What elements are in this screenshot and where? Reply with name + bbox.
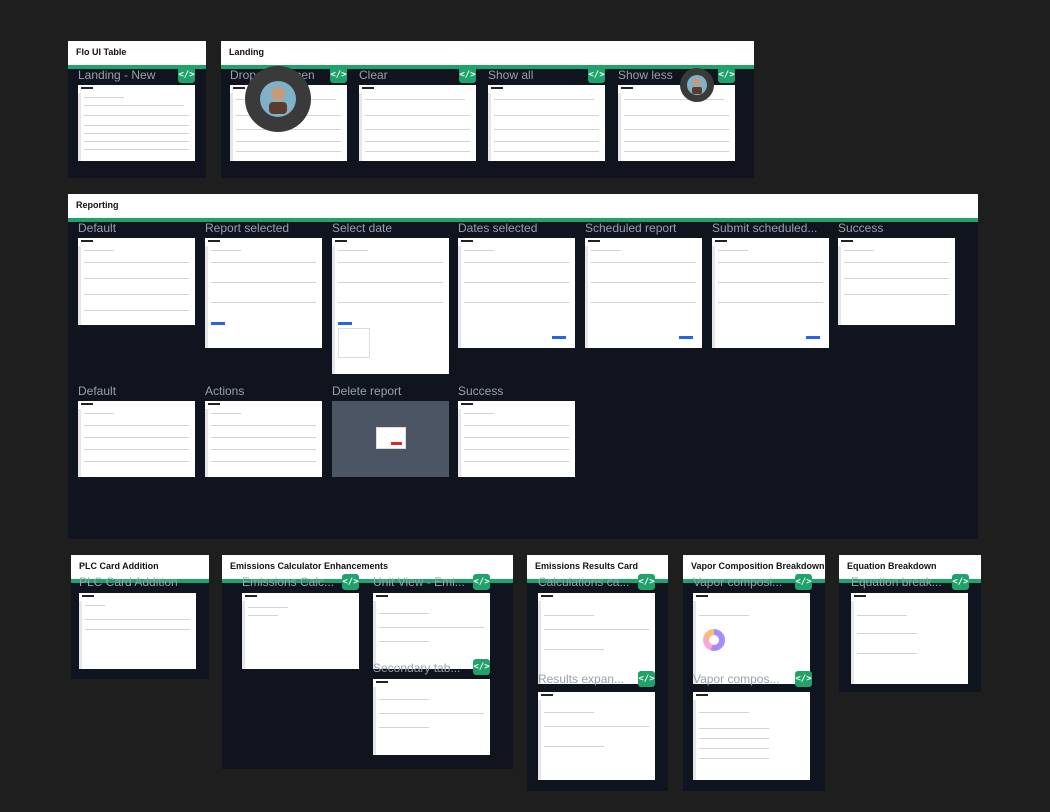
code-icon[interactable]: </> bbox=[342, 574, 359, 590]
frame-label-show-all: Show all bbox=[488, 68, 534, 82]
frame-report-selected[interactable] bbox=[205, 238, 322, 348]
section-emissions-calculator: Emissions Calculator Enhancements Emissi… bbox=[222, 555, 513, 769]
avatar-image bbox=[260, 81, 296, 117]
frame-label-landing-new: Landing - New bbox=[78, 68, 156, 82]
avatar-image bbox=[687, 75, 707, 95]
composition-donut bbox=[703, 629, 725, 651]
frame-unit-view[interactable] bbox=[373, 593, 490, 669]
section-emissions-results-card: Emissions Results Card Calculations ca..… bbox=[527, 555, 668, 791]
frame-success-2[interactable] bbox=[458, 401, 575, 477]
section-title: PLC Card Addition bbox=[79, 561, 159, 571]
frame-label-vapor-composition: Vapor composi... bbox=[693, 575, 783, 589]
code-icon[interactable]: </> bbox=[952, 574, 969, 590]
frame-label-vapor-composition-2: Vapor compos... bbox=[693, 672, 780, 686]
frame-plc-card-addition[interactable] bbox=[79, 593, 196, 669]
frame-label-clear: Clear bbox=[359, 68, 388, 82]
code-icon[interactable]: </> bbox=[473, 574, 490, 590]
frame-label-report-selected: Report selected bbox=[205, 221, 290, 235]
frame-results-expanded[interactable] bbox=[538, 692, 655, 780]
code-icon[interactable]: </> bbox=[178, 67, 195, 83]
section-title: Reporting bbox=[76, 200, 119, 210]
frame-scheduled-report[interactable] bbox=[585, 238, 702, 348]
section-title: Emissions Results Card bbox=[535, 561, 639, 571]
frame-reporting-default-2[interactable] bbox=[78, 401, 195, 477]
frame-label-unit-view: Unit View - Emi... bbox=[373, 575, 465, 589]
frame-show-less[interactable] bbox=[618, 85, 735, 161]
frame-equation-breakdown[interactable] bbox=[851, 593, 968, 684]
sidebar bbox=[78, 93, 81, 161]
frame-label-results-expanded: Results expan... bbox=[538, 672, 625, 686]
section-header: Flo UI Table bbox=[68, 41, 206, 65]
frame-vapor-composition[interactable] bbox=[693, 593, 810, 684]
section-header: Landing bbox=[221, 41, 754, 65]
code-icon[interactable]: </> bbox=[459, 67, 476, 83]
code-icon[interactable]: </> bbox=[795, 671, 812, 687]
frame-delete-report[interactable] bbox=[332, 401, 449, 477]
section-reporting: Reporting Default Report selected Select… bbox=[68, 194, 978, 539]
frame-success[interactable] bbox=[838, 238, 955, 325]
frame-label-default-2: Default bbox=[78, 384, 117, 398]
frame-select-date[interactable] bbox=[332, 238, 449, 374]
frame-label-calculations-card: Calculations ca... bbox=[538, 575, 630, 589]
frame-label-equation-breakdown: Equation break... bbox=[851, 575, 942, 589]
section-plc-card-addition: PLC Card Addition PLC Card Addition bbox=[71, 555, 209, 679]
frame-label-submit-scheduled: Submit scheduled... bbox=[712, 221, 818, 235]
frame-label-success-2: Success bbox=[458, 384, 504, 398]
frame-label-default: Default bbox=[78, 221, 117, 235]
code-icon[interactable]: </> bbox=[330, 67, 347, 83]
frame-label-success: Success bbox=[838, 221, 884, 235]
section-vapor-composition: Vapor Composition Breakdown Vapor compos… bbox=[683, 555, 825, 791]
collaborator-avatar[interactable] bbox=[245, 66, 311, 132]
frame-secondary-tab[interactable] bbox=[373, 679, 490, 755]
section-title: Landing bbox=[229, 47, 264, 57]
frame-label-scheduled-report: Scheduled report bbox=[585, 221, 677, 235]
section-title: Flo UI Table bbox=[76, 47, 127, 57]
frame-label-dates-selected: Dates selected bbox=[458, 221, 538, 235]
frame-submit-scheduled[interactable] bbox=[712, 238, 829, 348]
section-landing: Landing Dropdown open </> Clear </> Show… bbox=[221, 41, 754, 178]
code-icon[interactable]: </> bbox=[588, 67, 605, 83]
code-icon[interactable]: </> bbox=[638, 574, 655, 590]
logo bbox=[81, 87, 93, 89]
frame-vapor-composition-2[interactable] bbox=[693, 692, 810, 780]
frame-label-emissions-calc: Emissions Calc... bbox=[242, 575, 335, 589]
section-title: Vapor Composition Breakdown bbox=[691, 561, 825, 571]
delete-confirm-modal[interactable] bbox=[376, 427, 406, 449]
section-title: Equation Breakdown bbox=[847, 561, 937, 571]
frame-label-actions: Actions bbox=[205, 384, 245, 398]
code-icon[interactable]: </> bbox=[473, 659, 490, 675]
frame-landing-new[interactable] bbox=[78, 85, 195, 161]
frame-label-select-date: Select date bbox=[332, 221, 393, 235]
frame-reporting-default[interactable] bbox=[78, 238, 195, 325]
collaborator-avatar[interactable] bbox=[680, 68, 714, 102]
frame-show-all[interactable] bbox=[488, 85, 605, 161]
frame-label-secondary-tab: Secondary tab... bbox=[373, 661, 461, 675]
frame-label-delete-report: Delete report bbox=[332, 384, 402, 398]
code-icon[interactable]: </> bbox=[638, 671, 655, 687]
section-title: Emissions Calculator Enhancements bbox=[230, 561, 389, 571]
frame-actions[interactable] bbox=[205, 401, 322, 477]
date-picker[interactable] bbox=[338, 328, 370, 358]
frame-calculations-card[interactable] bbox=[538, 593, 655, 684]
code-icon[interactable]: </> bbox=[795, 574, 812, 590]
frame-dates-selected[interactable] bbox=[458, 238, 575, 348]
code-icon[interactable]: </> bbox=[718, 67, 735, 83]
frame-emissions-calc[interactable] bbox=[242, 593, 359, 669]
frame-label-plc-card-addition: PLC Card Addition bbox=[79, 575, 178, 589]
section-flo-ui-table: Flo UI Table Landing - New </> bbox=[68, 41, 206, 178]
section-header: Reporting bbox=[68, 194, 978, 218]
section-equation-breakdown: Equation Breakdown Equation break... </> bbox=[839, 555, 981, 692]
frame-clear[interactable] bbox=[359, 85, 476, 161]
